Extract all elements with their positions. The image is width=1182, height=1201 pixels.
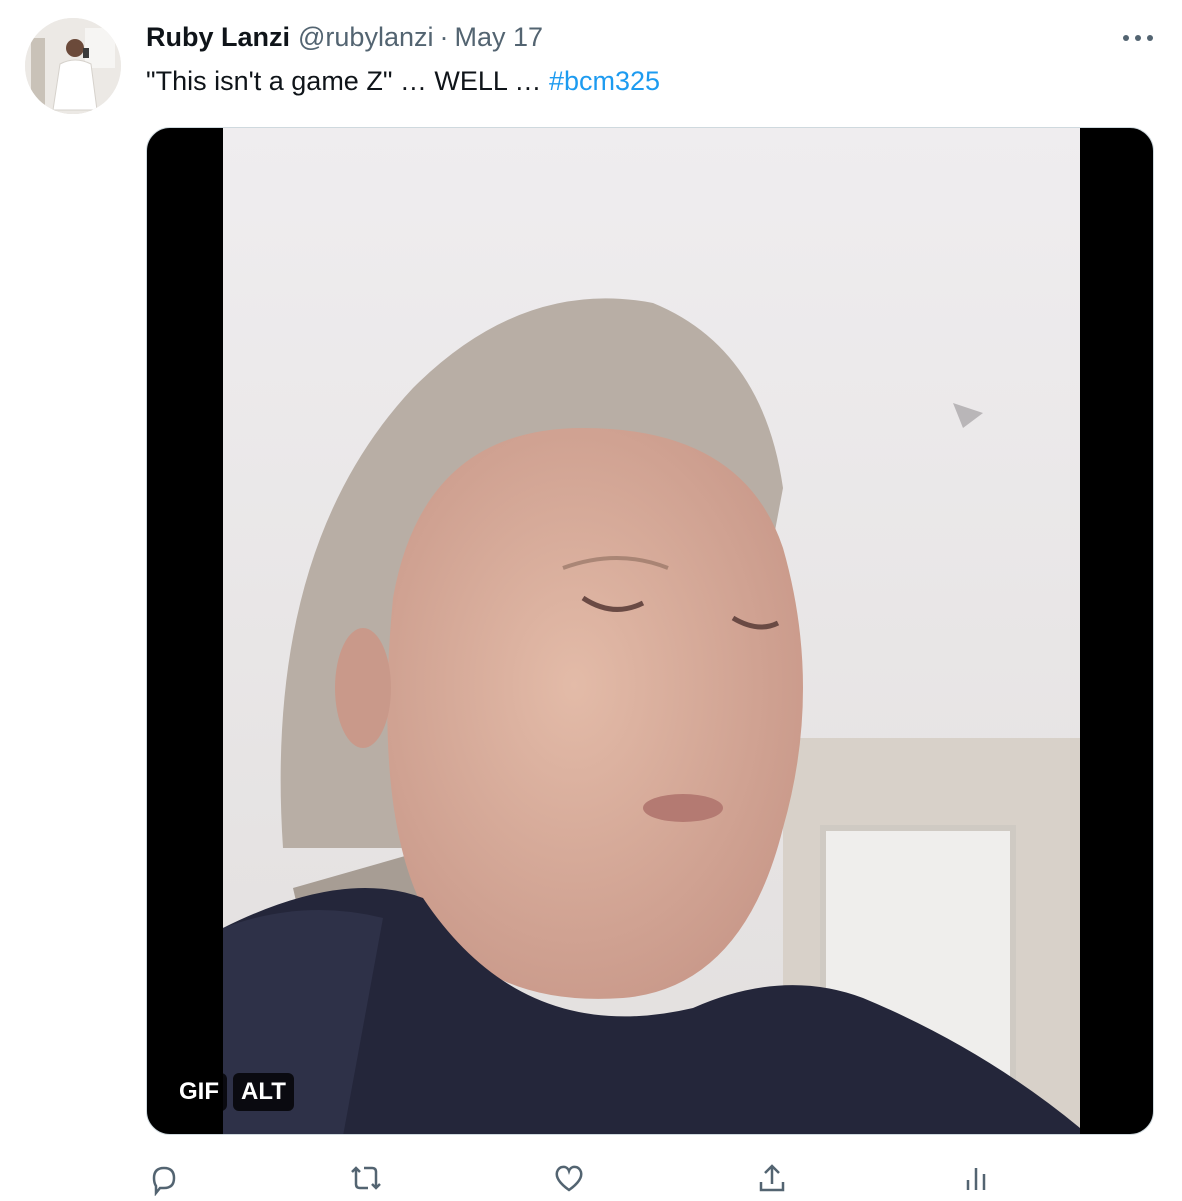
gif-image: [223, 128, 1080, 1134]
analytics-icon: [966, 1168, 986, 1190]
tweet-actions: [146, 1160, 1006, 1197]
retweet-button[interactable]: [346, 1160, 386, 1200]
tweet-text-body: "This isn't a game Z" … WELL …: [146, 66, 549, 96]
hashtag-link[interactable]: #bcm325: [549, 66, 660, 96]
reply-button[interactable]: [146, 1160, 186, 1200]
share-button[interactable]: [754, 1160, 794, 1200]
more-options-button[interactable]: [1120, 24, 1156, 52]
gif-badge: GIF: [171, 1073, 227, 1111]
avatar[interactable]: [25, 18, 121, 114]
heart-icon: [555, 1165, 583, 1192]
alt-badge[interactable]: ALT: [233, 1073, 294, 1111]
media-badges: GIF ALT: [171, 1073, 294, 1111]
tweet-text: "This isn't a game Z" … WELL … #bcm325: [146, 66, 660, 97]
author-name[interactable]: Ruby Lanzi: [146, 22, 290, 53]
gif-frame: [223, 128, 1080, 1134]
more-horizontal-icon: [1123, 35, 1153, 41]
reply-icon: [152, 1166, 176, 1197]
author-handle[interactable]: @rubylanzi: [298, 22, 433, 53]
avatar-photo: [25, 18, 121, 114]
retweet-icon: [351, 1166, 381, 1190]
tweet-header: Ruby Lanzi @rubylanzi · May 17: [146, 22, 543, 56]
separator-dot: ·: [439, 22, 449, 52]
share-icon: [759, 1164, 785, 1192]
analytics-button[interactable]: [958, 1160, 998, 1200]
like-button[interactable]: [551, 1160, 591, 1200]
gif-media[interactable]: GIF ALT: [146, 127, 1154, 1135]
tweet-date[interactable]: May 17: [454, 22, 543, 53]
